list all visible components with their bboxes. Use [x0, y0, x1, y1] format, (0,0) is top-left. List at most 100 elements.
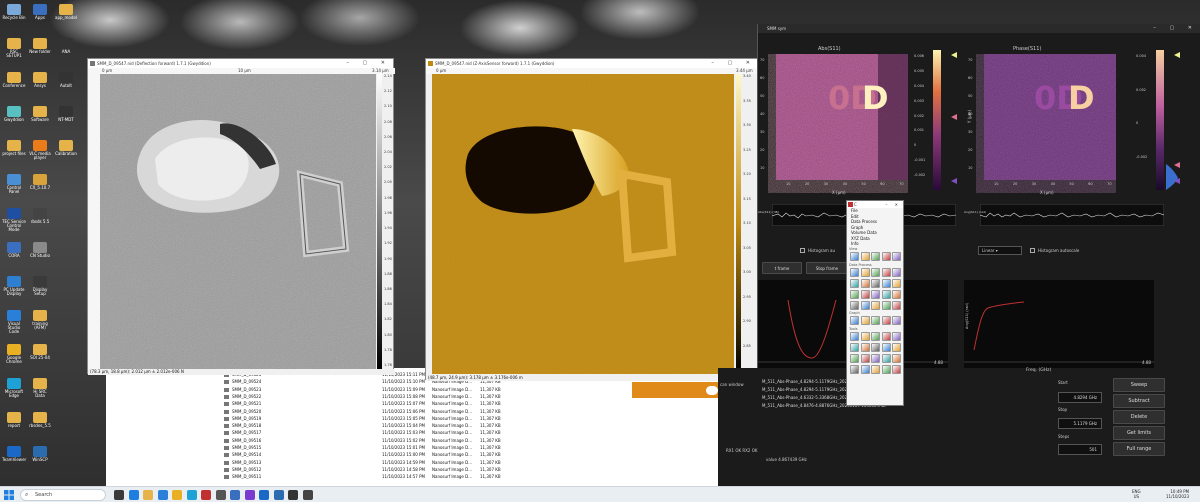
desktop-icon[interactable]: WinSCP [28, 446, 52, 462]
tool-button-icon[interactable] [850, 315, 859, 325]
tool-button-icon[interactable] [850, 300, 859, 310]
desktop-icon[interactable]: Microsoft Edge [2, 378, 26, 398]
tool-button-icon[interactable] [850, 251, 859, 261]
desktop-icon[interactable]: Display Setup [28, 276, 52, 296]
desktop-icon[interactable]: SOI 25-04 [28, 344, 52, 360]
file-row[interactable]: SMM_D_09522 11/10/2023 15:08 PM Nanosurf I… [106, 394, 626, 400]
tool-button-icon[interactable] [892, 331, 901, 341]
desktop-icon[interactable]: Visual Studio Code [2, 310, 26, 334]
desktop-icon[interactable]: CX_5.10.7 [28, 174, 52, 190]
window-controls[interactable]: – ▢ ✕ [346, 59, 391, 68]
taskbar-app-icon[interactable] [259, 490, 269, 500]
start-field[interactable]: 4.8294 GHz [1058, 392, 1102, 403]
file-row[interactable]: SMM_D_09518 11/10/2023 15:04 PM Nanosurf I… [106, 423, 626, 429]
tool-button-icon[interactable] [850, 278, 859, 288]
deflection-window[interactable]: SMM_D_09547.nid (Deflection forward) 1.7… [87, 58, 395, 375]
tool-button-icon[interactable] [850, 353, 859, 363]
start-button-icon[interactable] [4, 490, 14, 500]
file-row[interactable]: SMM_D_09523 11/10/2023 15:09 PM Nanosurf I… [106, 387, 626, 393]
start-frame-button[interactable]: t frame [762, 262, 802, 274]
tool-button-icon[interactable] [892, 342, 901, 352]
taskbar-app-icon[interactable] [186, 490, 197, 500]
file-row[interactable]: SMM_D_09520 11/10/2023 15:06 PM Nanosurf I… [106, 409, 626, 415]
sweep-button[interactable]: Sweep [1113, 378, 1165, 392]
taskbar-app-icon[interactable] [128, 490, 139, 500]
graph-tools[interactable] [847, 315, 903, 327]
taskbar-app-icon[interactable] [114, 490, 124, 500]
tool-button-icon[interactable] [850, 364, 859, 374]
tool-button-icon[interactable] [881, 315, 891, 325]
tool-button-icon[interactable] [881, 267, 891, 277]
tool-button-icon[interactable] [892, 251, 901, 261]
taskbar-app-icon[interactable] [157, 490, 168, 500]
tool-button-icon[interactable] [881, 353, 891, 363]
desktop-icon[interactable]: Calibration [54, 140, 78, 156]
taskbar-search[interactable]: ⌕ Search [20, 489, 106, 501]
desktop-icon[interactable]: VLC media player [28, 140, 52, 160]
desktop-icon[interactable]: PC Update Display [2, 276, 26, 296]
tool-button-icon[interactable] [860, 315, 870, 325]
tool-buttons[interactable] [847, 331, 903, 375]
tool-button-icon[interactable] [881, 278, 891, 288]
tool-button-icon[interactable] [860, 342, 870, 352]
desktop-icon[interactable]: report [2, 412, 26, 428]
taskbar-app-icon[interactable] [244, 490, 255, 500]
window-controls[interactable]: – ✕ [885, 201, 901, 208]
window-controls[interactable]: – ▢ ✕ [1153, 24, 1198, 33]
language-indicator[interactable]: ENG US [1132, 489, 1141, 499]
tool-button-icon[interactable] [871, 251, 880, 261]
stop-field[interactable]: 5.1179 GHz [1058, 418, 1102, 429]
desktop-icon[interactable]: NT-MDT [54, 106, 78, 122]
taskbar-app-icon[interactable] [172, 490, 182, 500]
file-row[interactable]: SMM_D_09511 11/10/2023 14:57 PM Nanosurf I… [106, 474, 626, 480]
tool-button-icon[interactable] [871, 315, 880, 325]
taskbar-app-icon[interactable] [230, 490, 240, 500]
window-titlebar[interactable]: SMM_D_09547.nid (Z-AxisSensor forward) 1… [426, 59, 758, 68]
file-row[interactable]: SMM_D_09514 11/10/2023 15:00 PM Nanosurf I… [106, 452, 626, 458]
tool-button-icon[interactable] [892, 278, 901, 288]
tool-button-icon[interactable] [850, 342, 859, 352]
tool-button-icon[interactable] [892, 315, 901, 325]
file-row[interactable]: SMM_D_09512 11/10/2023 14:58 PM Nanosurf I… [106, 467, 626, 473]
desktop-icon[interactable]: Ansys [28, 72, 52, 88]
taskbar-app-icon[interactable] [288, 490, 298, 500]
full-range-button[interactable]: Full range [1113, 442, 1165, 456]
get-limits-button[interactable]: Get limits [1113, 426, 1165, 440]
steps-field[interactable]: 501 [1058, 444, 1102, 455]
desktop-icon[interactable]: Apps [28, 4, 52, 20]
tool-button-icon[interactable] [892, 300, 901, 310]
tool-button-icon[interactable] [881, 300, 891, 310]
file-row[interactable]: SMM_D_09516 11/10/2023 15:02 PM Nanosurf I… [106, 438, 626, 444]
tool-button-icon[interactable] [871, 364, 880, 374]
zsensor-window[interactable]: SMM_D_09547.nid (Z-AxisSensor forward) 1… [425, 58, 760, 381]
desktop-icon[interactable]: RSC SETUP1 [2, 38, 26, 58]
window-titlebar[interactable]: SMM_D_09547.nid (Deflection forward) 1.7… [88, 59, 393, 68]
desktop-icon[interactable]: Control Panel [2, 174, 26, 194]
tool-button-icon[interactable] [871, 331, 880, 341]
file-row[interactable]: SMM_D_09517 11/10/2023 15:03 PM Nanosurf I… [106, 430, 626, 436]
desktop-icon[interactable]: Software [28, 106, 52, 122]
tool-button-icon[interactable] [860, 289, 870, 299]
hist-autoscale-checkbox-2[interactable] [1030, 248, 1035, 253]
taskbar-app-icon[interactable] [215, 490, 226, 500]
tool-button-icon[interactable] [860, 267, 870, 277]
tool-button-icon[interactable] [892, 364, 901, 374]
desktop-icon[interactable]: Gwyddion [2, 106, 26, 122]
toolbox-titlebar[interactable]: C – ✕ [847, 201, 903, 208]
desktop-icon[interactable]: AutoIt [54, 72, 78, 88]
tool-button-icon[interactable] [871, 267, 880, 277]
tool-button-icon[interactable] [850, 267, 859, 277]
tool-button-icon[interactable] [881, 364, 891, 374]
tool-button-icon[interactable] [881, 331, 891, 341]
tool-button-icon[interactable] [860, 364, 870, 374]
tool-button-icon[interactable] [871, 289, 880, 299]
desktop-icon[interactable]: rbsdes_5.5 [28, 412, 52, 428]
desktop-icon[interactable]: CORA [2, 242, 26, 258]
tool-button-icon[interactable] [860, 300, 870, 310]
taskbar-app-icon[interactable] [143, 490, 153, 500]
desktop-icon[interactable]: Conference [2, 72, 26, 88]
desktop-icon[interactable]: Hi SRC Data [28, 378, 52, 398]
tool-button-icon[interactable] [892, 289, 901, 299]
tool-button-icon[interactable] [892, 353, 901, 363]
file-row[interactable]: SMM_D_09519 11/10/2023 15:05 PM Nanosurf I… [106, 416, 626, 422]
